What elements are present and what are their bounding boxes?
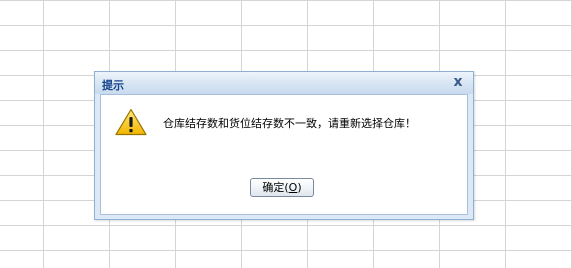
- ok-button-suffix: ): [297, 181, 302, 194]
- alert-dialog: 提示 x 仓库结存数和货位结存数不一致，请重新选择仓库！ 确定(O): [94, 71, 474, 220]
- dialog-message: 仓库结存数和货位结存数不一致，请重新选择仓库！: [163, 117, 416, 130]
- ok-button-label: 确定(: [262, 181, 289, 194]
- warning-icon: [115, 108, 147, 136]
- dialog-titlebar[interactable]: 提示 x: [95, 72, 473, 94]
- close-icon[interactable]: x: [451, 74, 465, 90]
- dialog-title: 提示: [102, 79, 124, 92]
- dialog-body: 仓库结存数和货位结存数不一致，请重新选择仓库！ 确定(O): [100, 94, 468, 215]
- ok-button[interactable]: 确定(O): [250, 178, 314, 197]
